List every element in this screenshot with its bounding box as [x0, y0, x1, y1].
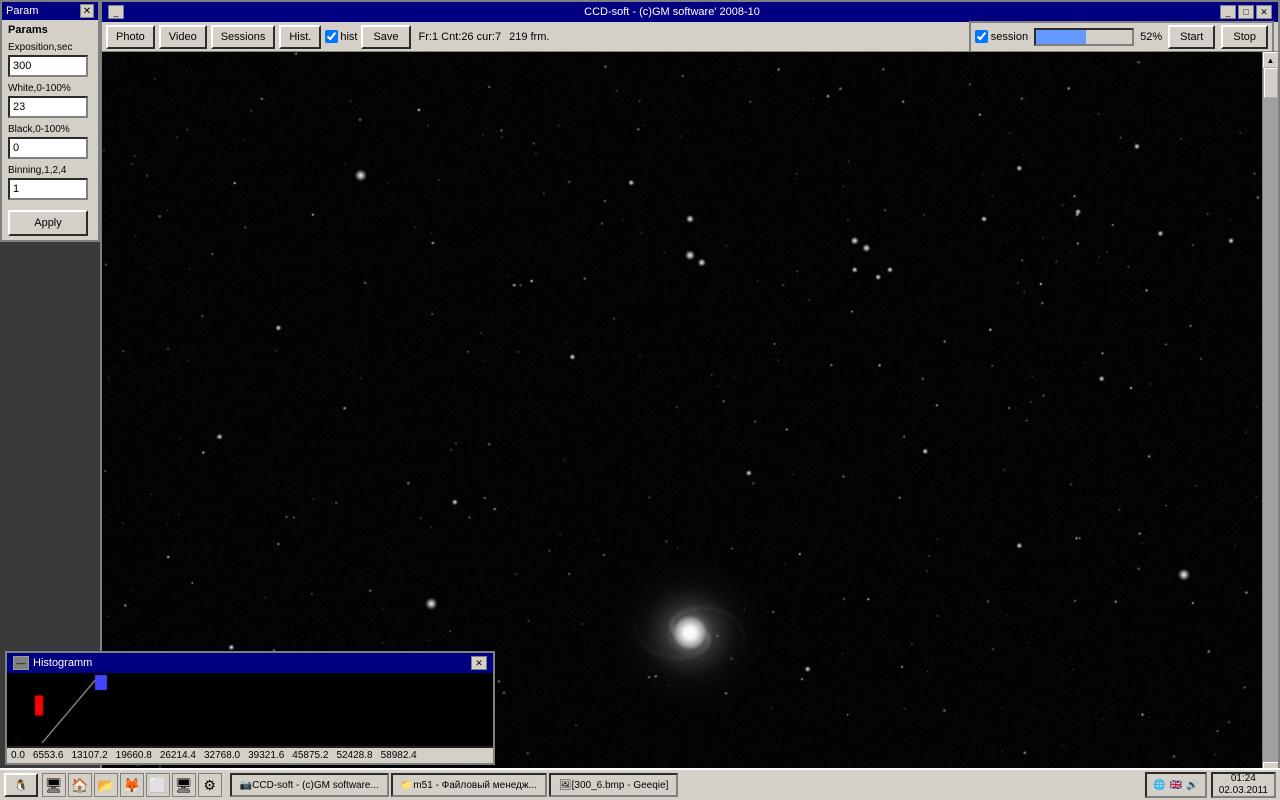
- binning-input[interactable]: [8, 178, 88, 200]
- hist-close-button[interactable]: ✕: [471, 656, 487, 670]
- ccd-titlebar: _ CCD-soft - (c)GM software' 2008-10 _ □…: [102, 2, 1278, 22]
- taskbar: 🐧 🖥 🏠 📂 🦊 ⬜ 🖥 ⚙ 📷 CCD-soft - (c)GM softw…: [0, 768, 1280, 800]
- session-checkbox[interactable]: [975, 30, 988, 43]
- tab-video[interactable]: Video: [159, 25, 207, 49]
- start-button[interactable]: Start: [1168, 25, 1215, 49]
- vertical-scrollbar[interactable]: ▲ ▼: [1262, 52, 1278, 778]
- param-body: Params Exposition,sec White,0-100% Black…: [2, 20, 98, 240]
- ccd-close-button[interactable]: ✕: [1256, 5, 1272, 19]
- flag-icon: 🇬🇧: [1170, 780, 1182, 791]
- taskbar-icon-window[interactable]: ⬜: [146, 773, 170, 797]
- ccd-minimize-btn2[interactable]: _: [1220, 5, 1236, 19]
- apply-button[interactable]: Apply: [8, 210, 88, 236]
- taskbar-tray: 🌐 🇬🇧 🔊: [1145, 772, 1206, 798]
- hist-check-label: hist: [340, 31, 357, 43]
- binning-label: Binning,1,2,4: [8, 165, 92, 176]
- white-input[interactable]: [8, 96, 88, 118]
- taskbar-item-ccd-label: CCD-soft - (c)GM software...: [252, 780, 379, 791]
- ccd-maximize-button[interactable]: □: [1238, 5, 1254, 19]
- save-button[interactable]: Save: [361, 25, 410, 49]
- exposition-label: Exposition,sec: [8, 42, 92, 53]
- stop-button[interactable]: Stop: [1221, 25, 1268, 49]
- hist-body: [7, 673, 493, 748]
- hist-label-1: 6553.6: [33, 750, 64, 761]
- histogram-canvas: [7, 673, 493, 748]
- ccd-titlebar-right-btns: _ □ ✕: [1220, 5, 1272, 19]
- ccd-minimize-button[interactable]: _: [108, 5, 124, 19]
- photo-mode-bar: session 52% Start Stop: [969, 21, 1274, 53]
- taskbar-item-geeqie-icon: 🖼: [559, 780, 572, 791]
- session-checkbox-container: session: [975, 30, 1028, 43]
- ccd-titlebar-left-btns: _: [108, 5, 124, 19]
- volume-icon: 🔊: [1186, 780, 1198, 791]
- taskbar-right: 🌐 🇬🇧 🔊 01:24 02.03.2011: [1145, 772, 1276, 798]
- scroll-up-button[interactable]: ▲: [1263, 52, 1279, 68]
- start-icon: 🐧: [14, 779, 28, 792]
- tab-hist[interactable]: Hist.: [279, 25, 321, 49]
- white-label: White,0-100%: [8, 83, 92, 94]
- system-clock: 01:24 02.03.2011: [1211, 772, 1276, 798]
- hist-label-9: 58982.4: [381, 750, 417, 761]
- network-icon: 🌐: [1153, 780, 1165, 791]
- progress-bar-fill: [1036, 30, 1086, 44]
- clock-time: 01:24: [1231, 773, 1256, 785]
- black-label: Black,0-100%: [8, 124, 92, 135]
- percent-label: 52%: [1140, 31, 1162, 43]
- clock-date: 02.03.2011: [1219, 785, 1268, 797]
- taskbar-item-files-label: m51 - Файловый менедж...: [413, 780, 537, 791]
- param-close-button[interactable]: ✕: [80, 4, 94, 18]
- start-menu-button[interactable]: 🐧: [4, 773, 38, 797]
- hist-footer: 0.0 6553.6 13107.2 19660.8 26214.4 32768…: [7, 748, 493, 763]
- hist-checkbox-container: hist: [325, 30, 357, 43]
- frames-count: 219 frm.: [509, 31, 549, 43]
- taskbar-icon-files[interactable]: 📂: [94, 773, 118, 797]
- tab-photo[interactable]: Photo: [106, 25, 155, 49]
- hist-label-7: 45875.2: [292, 750, 328, 761]
- taskbar-icon-terminal[interactable]: 🖥: [172, 773, 196, 797]
- taskbar-item-geeqie[interactable]: 🖼 [300_6.bmp - Geeqie]: [549, 773, 678, 797]
- hist-titlebar: — Histogramm ✕: [7, 653, 493, 673]
- taskbar-icon-desktop[interactable]: 🖥: [42, 773, 66, 797]
- session-label: session: [991, 31, 1028, 43]
- taskbar-item-ccd[interactable]: 📷 CCD-soft - (c)GM software...: [230, 773, 389, 797]
- histogram-window: — Histogramm ✕ 0.0 6553.6 13107.2 19660.…: [5, 651, 495, 765]
- progress-bar-container: [1034, 28, 1134, 46]
- taskbar-items: 📷 CCD-soft - (c)GM software... 📁 m51 - Ф…: [230, 773, 1142, 797]
- hist-label-0: 0.0: [11, 750, 25, 761]
- ccd-toolbar: Photo Video Sessions Hist. hist Save Fr:…: [102, 22, 1278, 52]
- hist-label-4: 26214.4: [160, 750, 196, 761]
- hist-label-6: 39321.6: [248, 750, 284, 761]
- hist-label-8: 52428.8: [336, 750, 372, 761]
- taskbar-item-ccd-icon: 📷: [240, 780, 252, 791]
- taskbar-item-files-icon: 📁: [401, 780, 413, 791]
- hist-label-2: 13107.2: [72, 750, 108, 761]
- scroll-track[interactable]: [1263, 68, 1279, 762]
- taskbar-icon-home[interactable]: 🏠: [68, 773, 92, 797]
- param-titlebar: Param ✕: [2, 2, 98, 20]
- frame-info: Fr:1 Cnt:26 cur:7: [419, 31, 502, 43]
- taskbar-icon-misc[interactable]: ⚙: [198, 773, 222, 797]
- black-input[interactable]: [8, 137, 88, 159]
- hist-label-5: 32768.0: [204, 750, 240, 761]
- tab-sessions[interactable]: Sessions: [211, 25, 276, 49]
- taskbar-quick-launch: 🖥 🏠 📂 🦊 ⬜ 🖥 ⚙: [42, 773, 222, 797]
- params-section-label: Params: [8, 24, 92, 36]
- taskbar-item-geeqie-label: [300_6.bmp - Geeqie]: [572, 780, 669, 791]
- param-panel: Param ✕ Params Exposition,sec White,0-10…: [0, 0, 100, 242]
- param-title: Param: [6, 5, 38, 17]
- hist-checkbox[interactable]: [325, 30, 338, 43]
- ccd-title: CCD-soft - (c)GM software' 2008-10: [124, 6, 1220, 18]
- hist-menu-button[interactable]: —: [13, 656, 29, 670]
- exposition-input[interactable]: [8, 55, 88, 77]
- hist-label-3: 19660.8: [116, 750, 152, 761]
- taskbar-icon-browser[interactable]: 🦊: [120, 773, 144, 797]
- taskbar-item-files[interactable]: 📁 m51 - Файловый менедж...: [391, 773, 547, 797]
- scroll-thumb[interactable]: [1264, 68, 1278, 98]
- hist-title: Histogramm: [33, 657, 92, 669]
